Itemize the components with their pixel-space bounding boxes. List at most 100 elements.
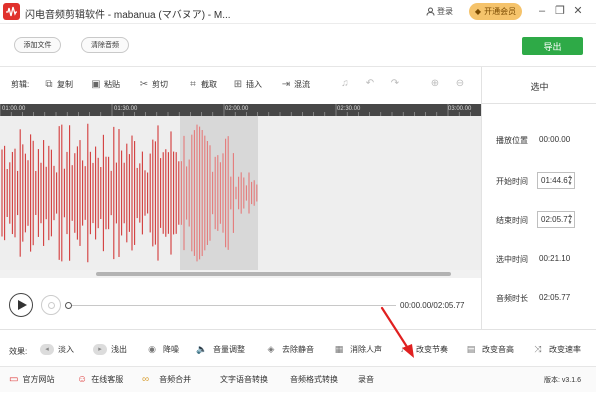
spin-down-icon[interactable]: ▼ xyxy=(567,220,573,226)
scrollbar-thumb[interactable] xyxy=(96,272,451,276)
start-time-label: 开始时间 xyxy=(496,177,528,186)
fade-out-icon: ▸ xyxy=(93,344,107,355)
support-link[interactable]: ☺ 在线客服 xyxy=(77,374,123,385)
pitch-icon: ▤ xyxy=(466,344,476,354)
record-link[interactable]: 录音 xyxy=(358,374,374,385)
minimize-icon[interactable]: – xyxy=(535,4,549,18)
denoise-icon: ◉ xyxy=(148,344,156,354)
timeline-ticks xyxy=(0,104,471,116)
edit-label: 剪辑: xyxy=(11,79,29,90)
divider xyxy=(0,329,596,330)
merge-link[interactable]: ∞ 音频合并 xyxy=(142,374,191,385)
support-icon: ☺ xyxy=(77,373,88,385)
undo-icon: ↶ xyxy=(365,78,375,89)
selection-panel: 选中 播放位置 00:00.00 开始时间 01:44.67 ▲ ▼ 结束时间 … xyxy=(481,67,596,329)
edit-label-text: 剪辑: xyxy=(11,80,30,89)
remove-silence-button[interactable]: ◈ 去除静音 xyxy=(264,344,314,355)
zoom-out-button[interactable]: ⊖ xyxy=(455,79,465,89)
headphone-icon: ♫ xyxy=(341,78,349,89)
fade-in-icon: ◂ xyxy=(40,344,54,355)
crop-icon: ⌗ xyxy=(190,78,196,90)
version-label: 版本: v3.1.6 xyxy=(544,377,581,384)
mix-icon: ⇥ xyxy=(281,78,291,90)
denoise-label: 降噪 xyxy=(163,345,179,354)
volume-label: 音量调整 xyxy=(213,345,245,354)
denoise-button[interactable]: ◉ 降噪 xyxy=(145,344,179,355)
cut-button[interactable]: ✂ 剪切 xyxy=(139,79,168,90)
duration-value: 02:05.77 xyxy=(539,293,571,302)
fade-out-label: 浅出 xyxy=(111,345,127,354)
redo-icon: ↷ xyxy=(390,78,400,89)
remove-vocals-icon: ▦ xyxy=(334,344,344,354)
cut-icon: ✂ xyxy=(139,78,149,90)
monitor-icon: ▭ xyxy=(9,373,19,385)
redo-button[interactable]: ↷ xyxy=(390,79,400,89)
login-button[interactable]: 登录 xyxy=(426,6,453,17)
link-icon: ∞ xyxy=(142,373,150,385)
paste-icon: ▣ xyxy=(91,78,101,90)
selected-time-value: 00:21.10 xyxy=(539,254,571,263)
crop-button[interactable]: ⌗ 截取 xyxy=(188,79,217,90)
format-convert-link[interactable]: 音频格式转换 xyxy=(290,374,338,385)
app-logo-icon xyxy=(3,3,20,20)
spin-up-icon[interactable]: ▲ xyxy=(567,213,573,219)
speed-label: 改变速率 xyxy=(549,345,581,354)
volume-button[interactable]: 🔈 音量调整 xyxy=(195,344,245,355)
speed-icon: ⤨ xyxy=(534,344,542,354)
paste-button[interactable]: ▣ 粘贴 xyxy=(91,79,120,90)
remove-silence-icon: ◈ xyxy=(267,344,275,354)
end-time-label: 结束时间 xyxy=(496,216,528,225)
copy-label: 复制 xyxy=(57,80,73,89)
vip-button[interactable]: ◆ 开通会员 xyxy=(469,3,522,20)
waveform[interactable] xyxy=(0,116,481,270)
playback-progress-track[interactable] xyxy=(68,305,396,306)
play-position-value: 00:00.00 xyxy=(539,135,571,144)
start-time-input[interactable]: 01:44.67 ▲ ▼ xyxy=(537,172,575,189)
speed-button[interactable]: ⤨ 改变速率 xyxy=(531,344,581,355)
website-link[interactable]: ▭ 官方网站 xyxy=(9,374,54,385)
stop-icon xyxy=(48,302,55,309)
add-file-button[interactable]: 添加文件 xyxy=(14,37,61,53)
mix-button[interactable]: ⇥ 混流 xyxy=(281,79,310,90)
tts-link[interactable]: 文字语音转换 xyxy=(220,374,268,385)
volume-icon: 🔈 xyxy=(196,344,208,354)
clear-audio-button[interactable]: 清除音频 xyxy=(81,37,129,53)
format-label: 音频格式转换 xyxy=(290,375,338,384)
zoom-in-icon: ⊕ xyxy=(430,78,440,89)
remove-silence-label: 去除静音 xyxy=(282,345,314,354)
pitch-button[interactable]: ▤ 改变音高 xyxy=(464,344,514,355)
stop-button[interactable] xyxy=(41,295,61,315)
tempo-label: 改变节奏 xyxy=(416,345,448,354)
paste-label: 粘贴 xyxy=(104,80,120,89)
tts-label: 文字语音转换 xyxy=(220,375,268,384)
copy-button[interactable]: ⧉ 复制 xyxy=(44,79,73,90)
website-label: 官方网站 xyxy=(22,375,55,384)
play-position-label: 播放位置 xyxy=(496,136,528,145)
effects-label: 效果: xyxy=(9,347,28,356)
undo-button[interactable]: ↶ xyxy=(365,79,375,89)
remove-vocals-button[interactable]: ▦ 消除人声 xyxy=(332,344,382,355)
copy-icon: ⧉ xyxy=(45,78,53,90)
headphone-button[interactable]: ♫ xyxy=(340,79,350,89)
merge-label: 音频合并 xyxy=(159,375,192,384)
play-button[interactable] xyxy=(9,293,33,317)
duration-label: 音频时长 xyxy=(496,294,528,303)
fade-in-button[interactable]: ◂ 淡入 xyxy=(40,344,74,355)
play-icon xyxy=(18,300,27,310)
spin-down-icon[interactable]: ▼ xyxy=(567,181,573,187)
insert-button[interactable]: ⊞ 插入 xyxy=(233,79,262,90)
close-icon[interactable]: ✕ xyxy=(571,4,585,18)
insert-label: 插入 xyxy=(246,80,262,89)
record-label: 录音 xyxy=(358,375,374,384)
zoom-in-button[interactable]: ⊕ xyxy=(430,79,440,89)
playback-progress-knob[interactable] xyxy=(65,302,72,309)
selection-title: 选中 xyxy=(530,82,549,92)
end-time-input[interactable]: 02:05.77 ▲ ▼ xyxy=(537,211,575,228)
diamond-icon: ◆ xyxy=(474,7,482,16)
window-title: 闪电音频剪辑软件 - mabanua (マバヌア) - M... xyxy=(25,10,231,21)
cut-label: 剪切 xyxy=(152,80,168,89)
spin-up-icon[interactable]: ▲ xyxy=(567,174,573,180)
restore-icon[interactable]: ❐ xyxy=(553,4,567,18)
export-button[interactable]: 导出 xyxy=(522,37,583,55)
fade-out-button[interactable]: ▸ 浅出 xyxy=(93,344,127,355)
